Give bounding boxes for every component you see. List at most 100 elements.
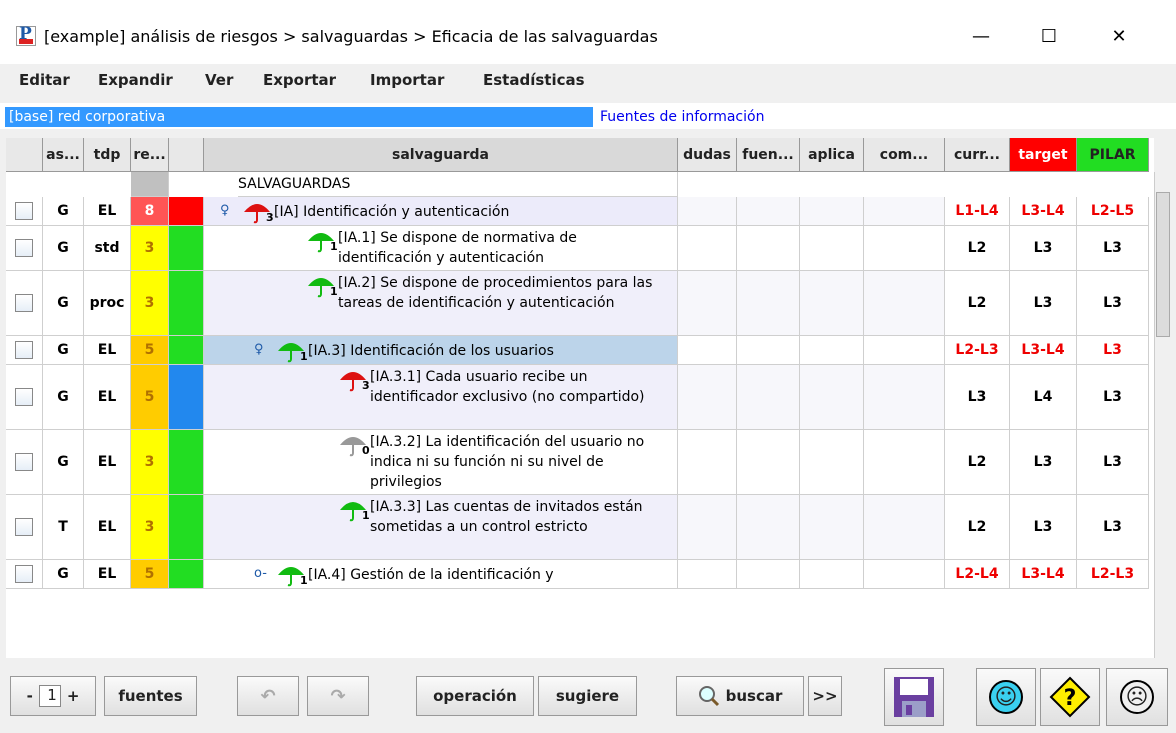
minimize-button[interactable]: — xyxy=(958,20,1004,52)
tree-toggle-icon[interactable]: o- xyxy=(254,566,267,581)
cell-blank[interactable] xyxy=(678,226,737,271)
row-checkbox[interactable] xyxy=(15,453,33,471)
cell-salvaguarda-text: [IA.1] Se dispone de normativa de identi… xyxy=(338,230,577,266)
cell-blank[interactable] xyxy=(737,365,800,430)
operacion-button[interactable]: operación xyxy=(416,676,534,716)
row-checkbox-cell[interactable] xyxy=(6,271,43,336)
header-target[interactable]: target xyxy=(1010,138,1077,172)
cell-blank[interactable] xyxy=(800,430,864,495)
header-re[interactable]: re... xyxy=(131,138,169,172)
happy-face-icon: ☺ xyxy=(989,680,1023,714)
save-button[interactable] xyxy=(884,668,944,726)
fuentes-button[interactable]: fuentes xyxy=(104,676,197,716)
cell-blank[interactable] xyxy=(800,495,864,560)
more-button[interactable]: >> xyxy=(808,676,842,716)
base-label[interactable]: [base] red corporativa xyxy=(5,107,593,127)
happy-face-button[interactable]: ☺ xyxy=(976,668,1036,726)
cell-blank[interactable] xyxy=(678,495,737,560)
cell-pilar: L2-L3 xyxy=(1077,560,1149,589)
cell-risk: 5 xyxy=(131,365,169,430)
cell-salvaguarda-text: [IA.2] Se dispone de procedimientos para… xyxy=(338,275,653,311)
cell-blank[interactable] xyxy=(800,226,864,271)
redo-button[interactable]: ↷ xyxy=(307,676,369,716)
cell-blank[interactable] xyxy=(864,271,945,336)
umbrella-badge: 1 xyxy=(362,509,370,522)
scrollbar-thumb[interactable] xyxy=(1156,192,1170,337)
cell-blank[interactable] xyxy=(864,226,945,271)
cell-blank[interactable] xyxy=(678,336,737,365)
warning-button[interactable]: ? xyxy=(1040,668,1100,726)
row-checkbox-cell[interactable] xyxy=(6,226,43,271)
cell-blank[interactable] xyxy=(737,271,800,336)
menu-exportar[interactable]: Exportar xyxy=(263,71,336,89)
menu-editar[interactable]: Editar xyxy=(19,71,70,89)
cell-blank[interactable] xyxy=(737,226,800,271)
row-checkbox-cell[interactable] xyxy=(6,430,43,495)
header-tdp[interactable]: tdp xyxy=(84,138,131,172)
cell-blank[interactable] xyxy=(864,197,945,226)
header-as[interactable]: as... xyxy=(43,138,84,172)
row-checkbox-cell[interactable] xyxy=(6,336,43,365)
close-button[interactable]: ✕ xyxy=(1096,20,1142,52)
cell-blank[interactable] xyxy=(800,197,864,226)
page-input[interactable]: 1 xyxy=(38,685,61,707)
cell-pilar: L3 xyxy=(1077,271,1149,336)
window-title: [example] análisis de riesgos > salvagua… xyxy=(44,27,658,46)
undo-button[interactable]: ↶ xyxy=(237,676,299,716)
menu-importar[interactable]: Importar xyxy=(370,71,444,89)
header-fuentes[interactable]: fuen... xyxy=(737,138,800,172)
buscar-button[interactable]: buscar xyxy=(676,676,804,716)
sad-face-button[interactable]: ☹ xyxy=(1106,668,1168,726)
cell-blank[interactable] xyxy=(864,365,945,430)
cell-blank[interactable] xyxy=(800,365,864,430)
maximize-button[interactable]: ☐ xyxy=(1026,20,1072,52)
cell-pilar: L3 xyxy=(1077,226,1149,271)
header-salvaguarda[interactable]: salvaguarda xyxy=(204,138,678,172)
cell-risk: 3 xyxy=(131,226,169,271)
increment-button[interactable]: + xyxy=(67,687,80,705)
sugiere-button[interactable]: sugiere xyxy=(538,676,637,716)
menu-estadisticas[interactable]: Estadísticas xyxy=(483,71,585,89)
row-checkbox[interactable] xyxy=(15,202,33,220)
cell-blank[interactable] xyxy=(737,430,800,495)
header-dudas[interactable]: dudas xyxy=(678,138,737,172)
row-checkbox-cell[interactable] xyxy=(6,560,43,589)
cell-blank[interactable] xyxy=(737,495,800,560)
decrement-button[interactable]: - xyxy=(27,687,33,705)
fuentes-link[interactable]: Fuentes de información xyxy=(596,107,1174,127)
row-checkbox-cell[interactable] xyxy=(6,365,43,430)
header-aplica[interactable]: aplica xyxy=(800,138,864,172)
row-checkbox[interactable] xyxy=(15,239,33,257)
cell-blank[interactable] xyxy=(864,495,945,560)
cell-blank[interactable] xyxy=(737,336,800,365)
cell-blank[interactable] xyxy=(678,430,737,495)
cell-level-color xyxy=(169,226,204,271)
cell-blank[interactable] xyxy=(864,560,945,589)
row-checkbox-cell[interactable] xyxy=(6,197,43,226)
cell-blank[interactable] xyxy=(864,430,945,495)
row-checkbox[interactable] xyxy=(15,565,33,583)
tree-toggle-icon[interactable]: ♀ xyxy=(220,203,230,218)
menu-ver[interactable]: Ver xyxy=(205,71,233,89)
cell-blank[interactable] xyxy=(678,197,737,226)
tree-toggle-icon[interactable]: ♀ xyxy=(254,342,264,357)
cell-blank[interactable] xyxy=(737,560,800,589)
header-current[interactable]: curr... xyxy=(945,138,1010,172)
cell-blank[interactable] xyxy=(737,197,800,226)
row-checkbox[interactable] xyxy=(15,341,33,359)
row-checkbox[interactable] xyxy=(15,294,33,312)
row-checkbox[interactable] xyxy=(15,518,33,536)
cell-blank[interactable] xyxy=(678,560,737,589)
cell-blank[interactable] xyxy=(864,336,945,365)
cell-blank[interactable] xyxy=(678,271,737,336)
row-checkbox-cell[interactable] xyxy=(6,495,43,560)
cell-blank[interactable] xyxy=(678,365,737,430)
header-com[interactable]: com... xyxy=(864,138,945,172)
menu-expandir[interactable]: Expandir xyxy=(98,71,173,89)
header-pilar[interactable]: PILAR xyxy=(1077,138,1149,172)
cell-blank[interactable] xyxy=(800,336,864,365)
safeguards-table: as... tdp re... salvaguarda dudas fuen..… xyxy=(6,138,1154,658)
cell-blank[interactable] xyxy=(800,560,864,589)
row-checkbox[interactable] xyxy=(15,388,33,406)
cell-blank[interactable] xyxy=(800,271,864,336)
